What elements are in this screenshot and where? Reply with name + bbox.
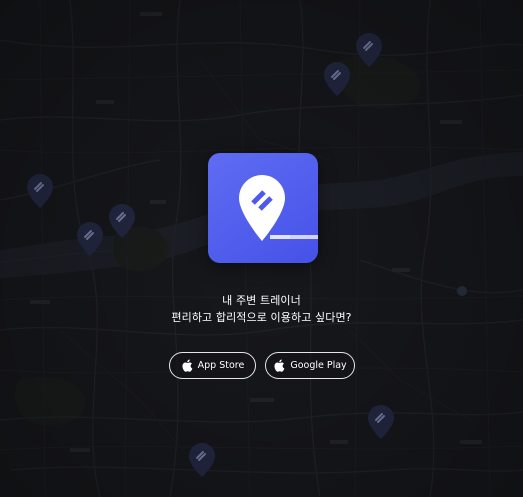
hero-section: 내 주변 트레이너 편리하고 합리적으로 이용하고 싶다면? App Store…	[0, 0, 523, 497]
app-logo	[208, 153, 318, 263]
map-pin-tool-icon	[239, 175, 318, 241]
hero-line-2: 편리하고 합리적으로 이용하고 싶다면?	[171, 311, 352, 324]
app-store-button[interactable]: App Store	[169, 352, 256, 379]
landing-screen: 내 주변 트레이너 편리하고 합리적으로 이용하고 싶다면? App Store…	[0, 0, 523, 497]
google-play-button[interactable]: Google Play	[265, 352, 355, 379]
apple-icon	[181, 359, 193, 372]
app-store-label: App Store	[197, 360, 245, 371]
hero-line-1: 내 주변 트레이너	[222, 294, 301, 307]
apple-icon	[273, 359, 285, 372]
google-play-label: Google Play	[290, 360, 347, 371]
